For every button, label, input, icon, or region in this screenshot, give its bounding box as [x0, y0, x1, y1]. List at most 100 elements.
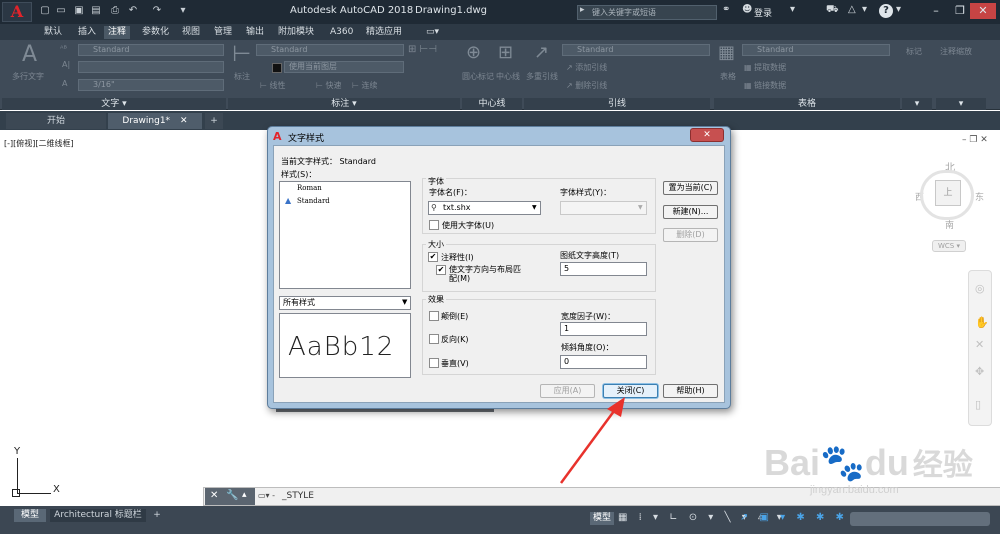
- markup-label[interactable]: 标记: [906, 46, 922, 57]
- find-text-input[interactable]: [78, 61, 224, 73]
- viewport-window-controls[interactable]: – ❐ ✕: [962, 135, 988, 145]
- dropdown-icon[interactable]: ▾: [790, 4, 795, 15]
- tab-manage[interactable]: 管理: [210, 26, 236, 39]
- dropdown-icon-2[interactable]: ▾: [862, 4, 867, 15]
- dim-style-dropdown[interactable]: Standard: [256, 44, 404, 56]
- style-item-roman[interactable]: Roman: [297, 184, 322, 192]
- table-icon[interactable]: ▦: [718, 42, 735, 63]
- file-tab-drawing1[interactable]: Drawing1* ✕: [108, 113, 202, 129]
- width-factor-input[interactable]: 1: [560, 322, 647, 336]
- style-filter-dropdown[interactable]: 所有样式: [279, 296, 411, 310]
- font-name-dropdown[interactable]: txt.shx: [428, 201, 541, 215]
- scale-panel-label[interactable]: ▾: [936, 98, 986, 110]
- tab-featured-apps[interactable]: 精选应用: [362, 26, 406, 39]
- file-tab-start[interactable]: 开始: [6, 113, 106, 129]
- leader-panel-label[interactable]: 引线: [524, 98, 710, 110]
- restore-button[interactable]: ❐: [950, 3, 970, 19]
- customize-toolbar-icon[interactable]: ▾: [176, 4, 190, 18]
- match-orientation-checkbox[interactable]: ✔: [436, 265, 446, 275]
- redo-icon[interactable]: ↷: [150, 4, 164, 18]
- add-layout-button[interactable]: +: [150, 509, 164, 522]
- close-command-line-icon[interactable]: ✕: [210, 490, 218, 501]
- vertical-checkbox[interactable]: [429, 358, 439, 368]
- status-active-icons[interactable]: ↗ ▣ ▾ ✱ ✱ ✱: [740, 512, 848, 523]
- model-tab[interactable]: 模型: [14, 509, 46, 522]
- viewport-controls[interactable]: [-][俯视][二维线框]: [4, 138, 74, 149]
- dim-quick-button[interactable]: ⊢ 快速: [316, 80, 342, 91]
- delete-style-button[interactable]: 删除(D): [663, 228, 718, 242]
- text-panel-label[interactable]: 文字 ▾: [2, 98, 226, 110]
- dimension-icon[interactable]: ⊢: [232, 42, 251, 67]
- dim-continue-button[interactable]: ⊢ 连续: [352, 80, 378, 91]
- markup-panel-label[interactable]: ▾: [902, 98, 932, 110]
- table-style-dropdown[interactable]: Standard: [742, 44, 890, 56]
- pan-icon[interactable]: ✋: [975, 316, 989, 329]
- minimize-button[interactable]: –: [926, 3, 946, 19]
- tab-a360[interactable]: A360: [326, 26, 357, 39]
- close-tab-icon[interactable]: ✕: [180, 116, 188, 126]
- help-dropdown-icon[interactable]: ▾: [896, 4, 901, 15]
- upside-down-checkbox[interactable]: [429, 311, 439, 321]
- multiline-text-icon[interactable]: A: [22, 42, 37, 67]
- tab-view[interactable]: 视图: [178, 26, 204, 39]
- showmotion-icon[interactable]: ▯: [975, 398, 981, 411]
- dim-layer-dropdown[interactable]: 使用当前图层: [284, 61, 404, 73]
- add-leader-button[interactable]: ↗ 添加引线: [566, 62, 607, 73]
- a360-icon[interactable]: △: [848, 4, 856, 15]
- tab-parametric[interactable]: 参数化: [138, 26, 173, 39]
- open-file-icon[interactable]: ▭: [54, 4, 68, 18]
- remove-leader-button[interactable]: ↗ 删除引线: [566, 80, 607, 91]
- close-window-button[interactable]: ✕: [970, 3, 996, 19]
- tab-default[interactable]: 默认: [40, 26, 66, 39]
- command-input[interactable]: _STYLE: [282, 491, 314, 501]
- annotative-checkbox[interactable]: ✔: [428, 252, 438, 262]
- font-style-dropdown[interactable]: [560, 201, 647, 215]
- new-style-button[interactable]: 新建(N)...: [663, 205, 718, 219]
- new-tab-button[interactable]: +: [205, 113, 223, 129]
- wcs-menu[interactable]: WCS ▾: [932, 240, 966, 252]
- chevron-down-icon[interactable]: ▼: [402, 298, 407, 306]
- dim-linear-button[interactable]: ⊢ 线性: [260, 80, 286, 91]
- binoculars-icon[interactable]: ⚭: [722, 4, 730, 15]
- text-height-dropdown[interactable]: 3/16": [78, 79, 224, 91]
- tab-insert[interactable]: 插入: [74, 26, 100, 39]
- orbit-icon[interactable]: ✥: [975, 365, 984, 378]
- tab-annotate[interactable]: 注释: [104, 26, 131, 39]
- search-expand-icon[interactable]: ▸: [580, 5, 585, 15]
- dimension-panel-label[interactable]: 标注 ▾: [228, 98, 460, 110]
- save-icon[interactable]: ▣: [72, 4, 86, 18]
- help-dialog-button[interactable]: 帮助(H): [663, 384, 718, 398]
- user-icon[interactable]: ☻: [742, 4, 752, 15]
- chevron-down-icon-2[interactable]: ▼: [532, 204, 537, 211]
- link-data-button[interactable]: ▦ 链接数据: [744, 80, 786, 91]
- search-input[interactable]: 键入关键字或短语: [577, 5, 717, 20]
- help-button[interactable]: ?: [879, 4, 893, 18]
- style-item-standard[interactable]: Standard: [297, 197, 330, 205]
- center-mark-icon[interactable]: ⊕: [466, 42, 481, 63]
- table-panel-label[interactable]: 表格: [714, 98, 900, 110]
- bigfont-checkbox[interactable]: [429, 220, 439, 230]
- oblique-angle-input[interactable]: 0: [560, 355, 647, 369]
- video-icon[interactable]: ▭▾: [426, 27, 446, 37]
- viewcube-east[interactable]: 东: [975, 190, 984, 203]
- new-file-icon[interactable]: ▢: [38, 4, 52, 18]
- multileader-icon[interactable]: ↗: [534, 42, 549, 63]
- application-menu-button[interactable]: A: [2, 2, 32, 22]
- dim-tools-icons[interactable]: ⊞ ⊢⊣: [408, 44, 437, 55]
- dialog-close-button[interactable]: ✕: [690, 128, 724, 142]
- model-space-button[interactable]: 模型: [590, 512, 614, 525]
- viewcube-top-face[interactable]: 上: [935, 180, 961, 206]
- text-style-dropdown[interactable]: Standard: [78, 44, 224, 56]
- steering-wheel-icon[interactable]: ◎: [975, 282, 985, 295]
- tab-output[interactable]: 输出: [242, 26, 268, 39]
- undo-icon[interactable]: ↶: [126, 4, 140, 18]
- cart-icon[interactable]: ⛟: [826, 4, 839, 17]
- tab-addins[interactable]: 附加模块: [274, 26, 318, 39]
- command-history-icon[interactable]: ▴: [242, 490, 247, 500]
- centerline-icon[interactable]: ⊞: [498, 42, 513, 63]
- layout-tab-architectural[interactable]: Architectural 标题栏: [50, 509, 146, 522]
- login-button[interactable]: 登录: [754, 6, 772, 19]
- paper-height-input[interactable]: 5: [560, 262, 647, 276]
- command-customize-icon[interactable]: 🔧: [226, 490, 238, 501]
- save-as-icon[interactable]: ▤: [89, 4, 103, 18]
